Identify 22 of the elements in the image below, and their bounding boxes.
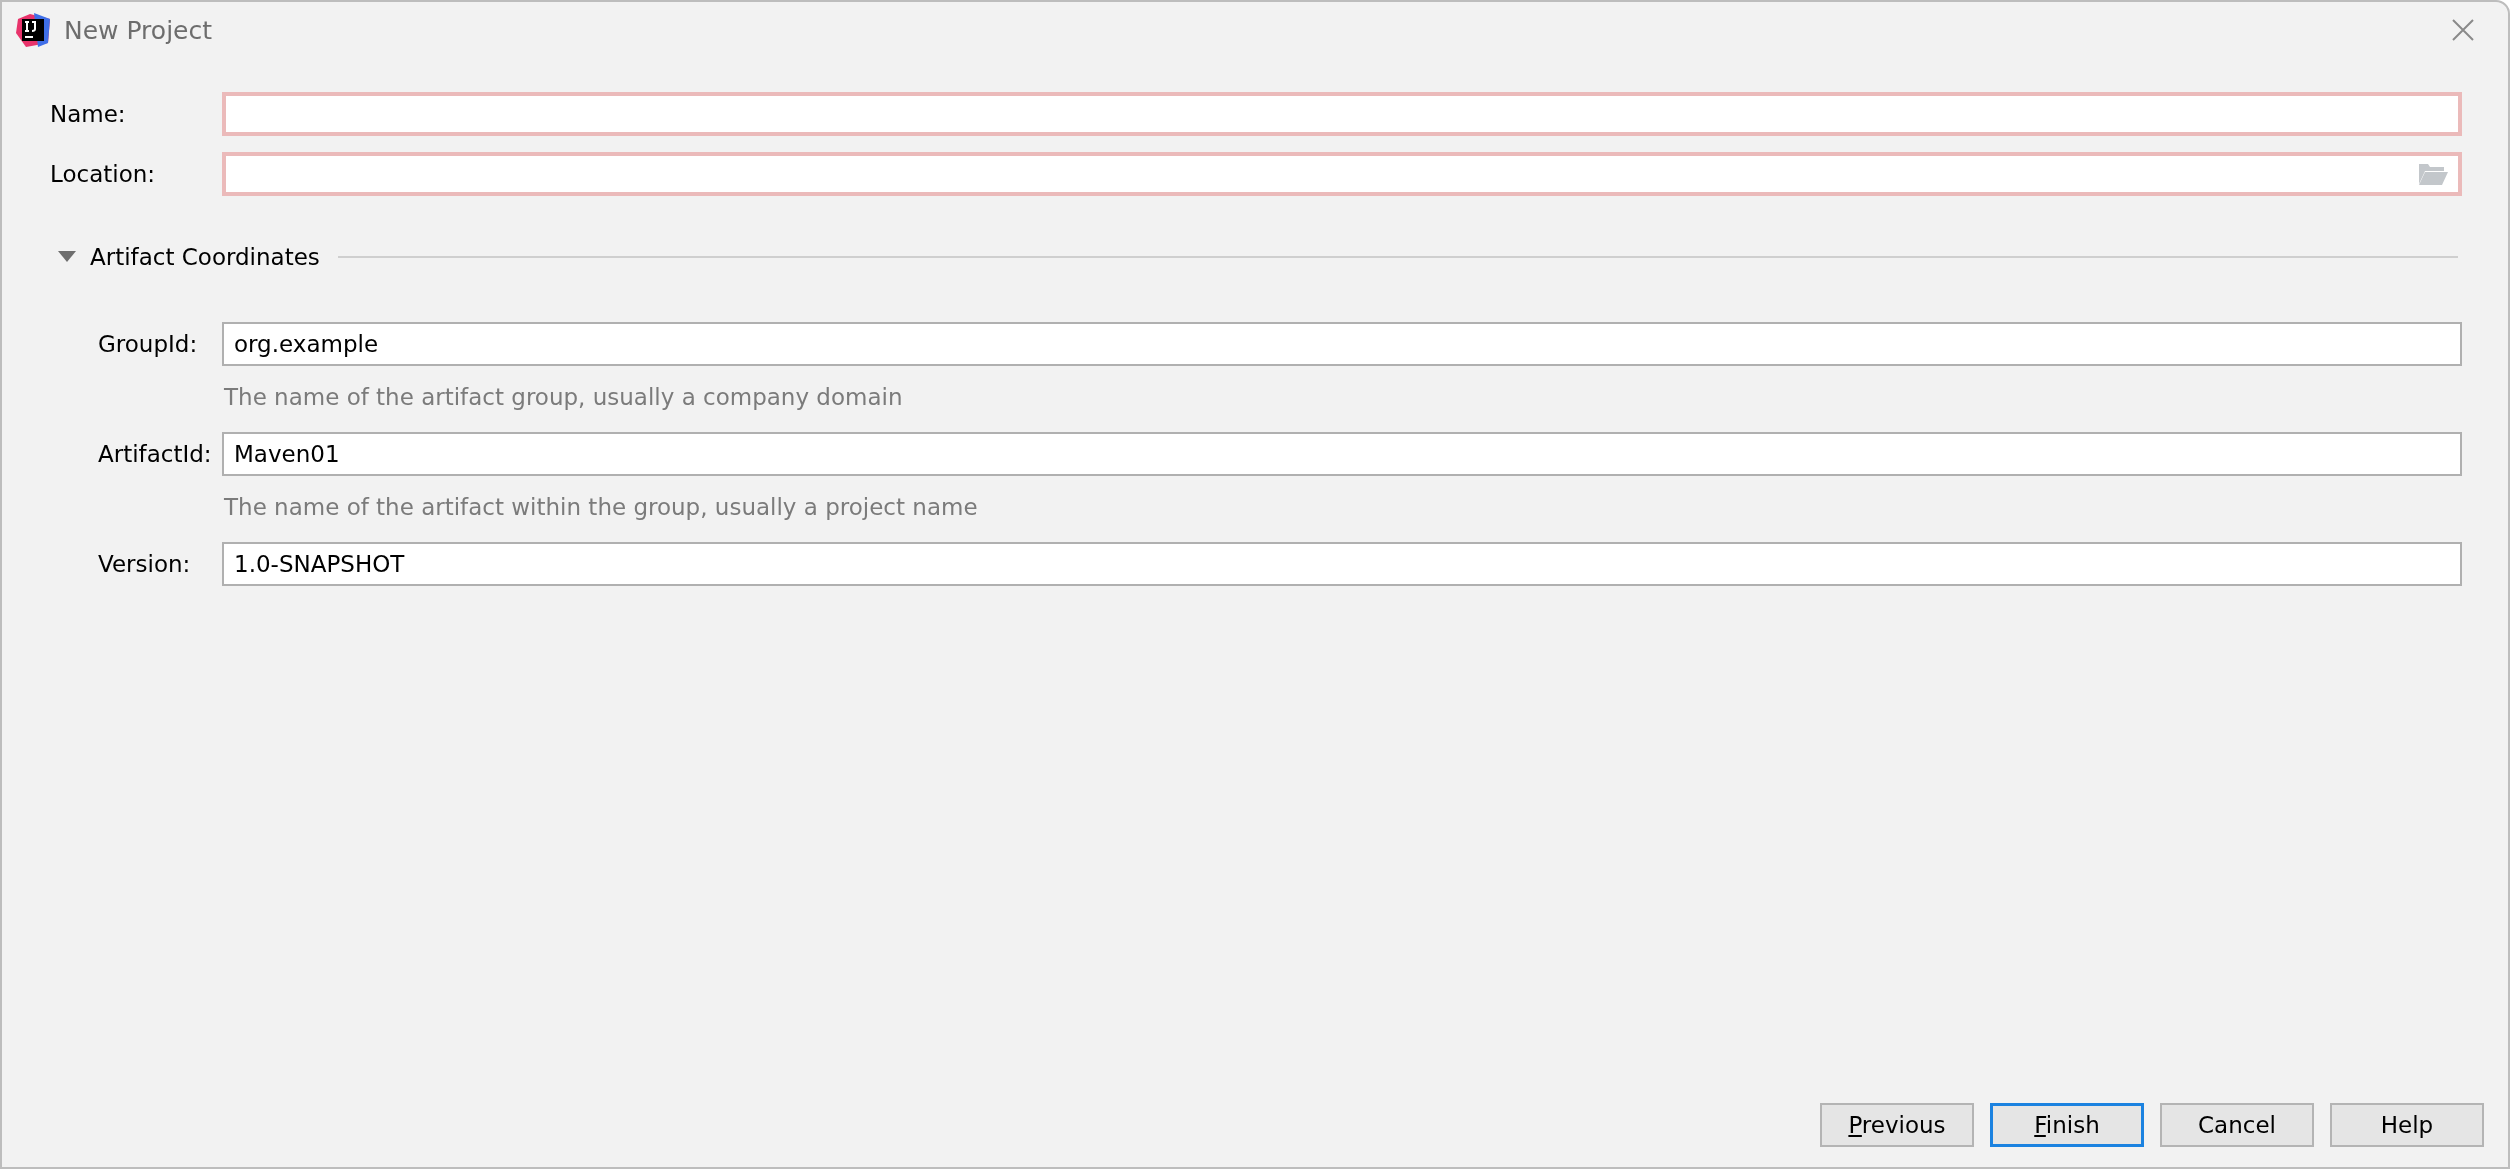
input-field[interactable] bbox=[222, 92, 2462, 136]
input-field[interactable]: 1.0-SNAPSHOT bbox=[222, 542, 2462, 586]
input-field[interactable]: org.example bbox=[222, 322, 2462, 366]
input-field[interactable]: Maven01 bbox=[222, 432, 2462, 476]
dialog-button[interactable]: Help bbox=[2330, 1103, 2484, 1147]
field-label: Version: bbox=[98, 551, 192, 577]
field-label: Location: bbox=[50, 161, 157, 187]
close-icon[interactable] bbox=[2452, 19, 2474, 41]
field-label: GroupId: bbox=[98, 331, 199, 357]
dialog-button[interactable]: Finish bbox=[1990, 1103, 2144, 1147]
collapse-triangle-icon[interactable] bbox=[58, 251, 76, 263]
hint-text: The name of the artifact within the group, usually a project name bbox=[223, 493, 979, 522]
field-label: Name: bbox=[50, 101, 127, 127]
hint-text: The name of the artifact group, usually a company domain bbox=[223, 383, 904, 412]
window-title: New Project bbox=[64, 15, 213, 45]
folder-icon[interactable] bbox=[2418, 163, 2448, 185]
section-title: Artifact Coordinates bbox=[90, 244, 320, 270]
input-field[interactable] bbox=[222, 152, 2462, 196]
dialog-button[interactable]: Cancel bbox=[2160, 1103, 2314, 1147]
app-logo-icon bbox=[16, 13, 50, 47]
field-label: ArtifactId: bbox=[98, 441, 213, 467]
dialog-button[interactable]: Previous bbox=[1820, 1103, 1974, 1147]
